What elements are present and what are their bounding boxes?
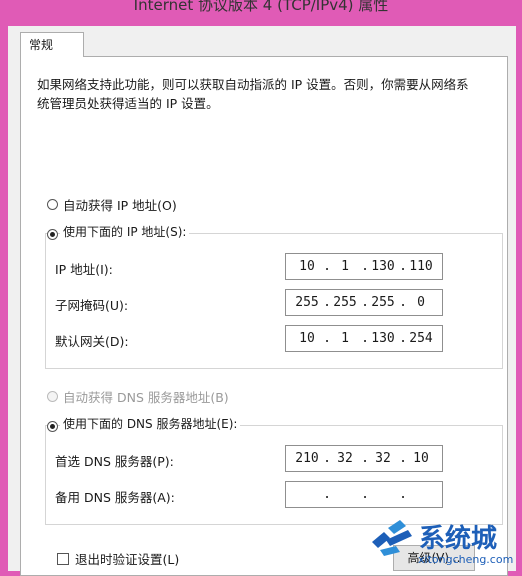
auto-dns-radio bbox=[47, 391, 58, 402]
manual-dns-label[interactable]: 使用下面的 DNS 服务器地址(E): bbox=[60, 415, 241, 432]
manual-ip-radio[interactable] bbox=[47, 229, 58, 240]
watermark-logo-icon bbox=[372, 520, 412, 556]
dialog: 常规 如果网络支持此功能，则可以获取自动指派的 IP 设置。否则，你需要从网络系… bbox=[8, 26, 516, 576]
tab-general[interactable]: 常规 bbox=[20, 32, 84, 57]
alternate-dns-input[interactable]: . . . bbox=[285, 481, 443, 508]
watermark-url: xitongcheng.com bbox=[418, 553, 514, 566]
dns-group bbox=[45, 425, 503, 525]
validate-checkbox[interactable] bbox=[57, 553, 69, 565]
auto-dns-label: 自动获得 DNS 服务器地址(B) bbox=[63, 390, 229, 405]
auto-ip-radio[interactable] bbox=[47, 199, 58, 210]
default-gateway-input[interactable]: 10. 1. 130. 254 bbox=[285, 325, 443, 352]
window-title: Internet 协议版本 4 (TCP/IPv4) 属性 bbox=[0, 0, 522, 26]
default-gateway-label: 默认网关(D): bbox=[55, 334, 129, 349]
manual-ip-label[interactable]: 使用下面的 IP 地址(S): bbox=[60, 223, 190, 240]
preferred-dns-input[interactable]: 210. 32. 32. 10 bbox=[285, 445, 443, 472]
description-text: 如果网络支持此功能，则可以获取自动指派的 IP 设置。否则，你需要从网络系统管理… bbox=[37, 77, 469, 111]
auto-ip-label[interactable]: 自动获得 IP 地址(O) bbox=[63, 195, 177, 214]
ip-address-label: IP 地址(I): bbox=[55, 262, 113, 277]
validate-label[interactable]: 退出时验证设置(L) bbox=[75, 549, 179, 568]
subnet-mask-input[interactable]: 255. 255. 255. 0 bbox=[285, 289, 443, 316]
manual-dns-radio[interactable] bbox=[47, 421, 58, 432]
watermark-name: 系统城 bbox=[419, 524, 498, 554]
subnet-mask-label: 子网掩码(U): bbox=[55, 298, 129, 313]
preferred-dns-label: 首选 DNS 服务器(P): bbox=[55, 454, 174, 469]
general-panel: 如果网络支持此功能，则可以获取自动指派的 IP 设置。否则，你需要从网络系统管理… bbox=[20, 56, 508, 576]
ip-address-input[interactable]: 10. 1. 130. 110 bbox=[285, 253, 443, 280]
alternate-dns-label: 备用 DNS 服务器(A): bbox=[55, 490, 175, 505]
